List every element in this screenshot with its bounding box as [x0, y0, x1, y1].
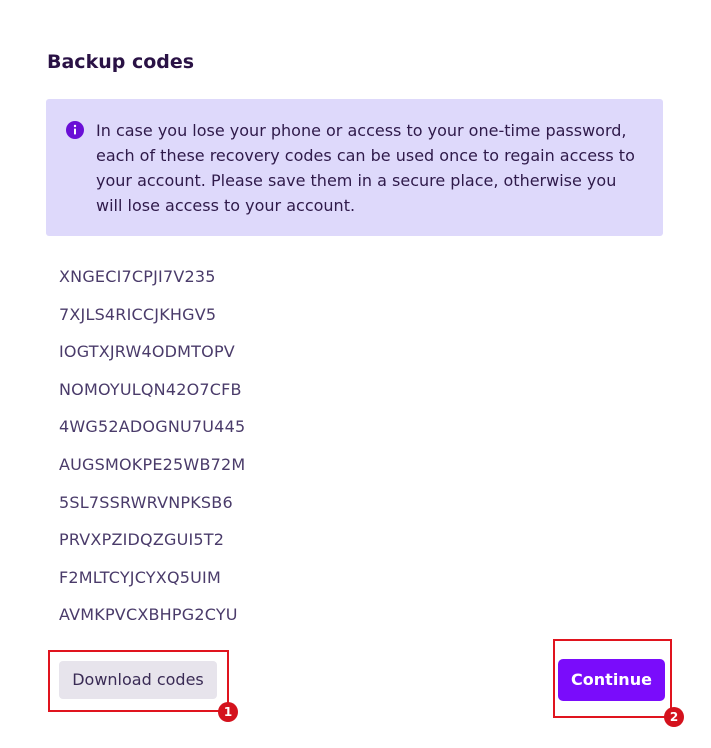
recovery-code: AUGSMOKPE25WB72M — [59, 454, 246, 474]
backup-codes-page: Backup codes In case you lose your phone… — [0, 0, 711, 748]
info-alert: In case you lose your phone or access to… — [46, 99, 663, 236]
info-circle-icon — [66, 121, 84, 139]
highlight-box-download — [48, 650, 229, 712]
recovery-code: 7XJLS4RICCJKHGV5 — [59, 304, 217, 324]
recovery-code: 4WG52ADOGNU7U445 — [59, 417, 246, 437]
page-title: Backup codes — [47, 51, 195, 73]
highlight-box-continue — [553, 639, 672, 718]
recovery-code: F2MLTCYJCYXQ5UIM — [59, 567, 221, 587]
recovery-code: XNGECI7CPJI7V235 — [59, 267, 216, 286]
recovery-code: IOGTXJRW4ODMTOPV — [59, 342, 235, 362]
recovery-code: 5SL7SSRWRVNPKSB6 — [59, 492, 233, 512]
recovery-code: PRVXPZIDQZGUI5T2 — [59, 530, 225, 550]
annotation-marker-1: 1 — [218, 702, 238, 722]
recovery-code: AVMKPVCXBHPG2CYU — [59, 605, 238, 625]
recovery-code: NOMOYULQN42O7CFB — [59, 379, 242, 399]
info-message: In case you lose your phone or access to… — [96, 121, 635, 215]
recovery-codes-list: XNGECI7CPJI7V235 7XJLS4RICCJKHGV5 IOGTXJ… — [59, 267, 245, 643]
annotation-marker-2: 2 — [664, 707, 684, 727]
